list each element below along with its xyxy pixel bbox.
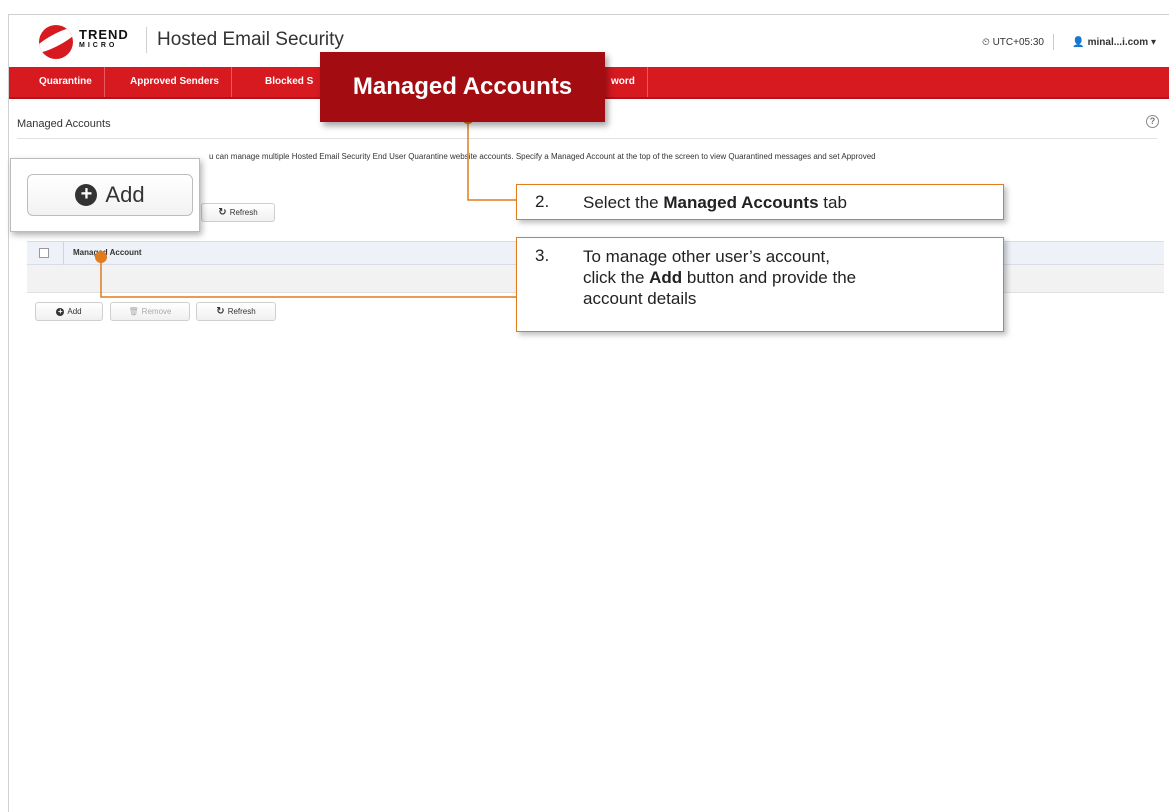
step3-line2: click the Add button and provide the	[583, 267, 856, 288]
zoomed-add-button[interactable]: + Add	[27, 174, 193, 216]
step2-number: 2.	[535, 192, 550, 211]
step2-post: tab	[818, 193, 847, 212]
app-window: TREND MICRO Hosted Email Security ⏲ UTC+…	[8, 14, 1169, 812]
column-header-managed-account[interactable]: Managed Account	[73, 248, 142, 257]
title-divider	[17, 138, 1157, 139]
column-divider	[63, 242, 64, 266]
step2-note: 2. Select the Managed Accounts tab	[516, 184, 1004, 220]
chevron-down-icon: ▾	[1150, 37, 1156, 48]
step2-pre: Select the	[583, 193, 664, 212]
refresh-button-bottom[interactable]: ↻ Refresh	[196, 302, 276, 321]
page-title: Managed Accounts	[17, 118, 111, 130]
step3-line3: account details	[583, 289, 697, 308]
help-icon[interactable]: ?	[1146, 115, 1159, 128]
step3-note: 3. To manage other user’s account, click…	[516, 237, 1004, 332]
remove-button[interactable]: 🗑 Remove	[110, 302, 190, 321]
add-label: Add	[67, 307, 82, 316]
page-description: u can manage multiple Hosted Email Secur…	[209, 152, 876, 161]
step3-text: To manage other user’s account, click th…	[583, 246, 856, 309]
step2-text: Select the Managed Accounts tab	[583, 192, 847, 213]
refresh-label: Refresh	[229, 208, 258, 217]
step2-bold: Managed Accounts	[663, 193, 819, 212]
user-name: minal...i.com	[1087, 37, 1149, 48]
logo-divider	[146, 27, 147, 53]
product-name: Hosted Email Security	[157, 29, 344, 50]
step3-number: 3.	[535, 246, 550, 265]
logo-line1: TREND	[79, 27, 129, 42]
logo-text: TREND MICRO	[79, 27, 129, 51]
step3-post: button and provide the	[682, 268, 857, 287]
user-icon: 👤	[1072, 37, 1085, 48]
refresh-button-top[interactable]: ↻ Refresh	[201, 203, 275, 222]
step3-line1: To manage other user’s account,	[583, 247, 830, 266]
tab-change-password[interactable]: word	[599, 67, 648, 97]
zoom-callout-add: + Add	[10, 158, 200, 232]
refresh-icon: ↻	[216, 306, 225, 317]
tab-quarantine[interactable]: Quarantine	[27, 67, 105, 97]
zoomed-add-label: Add	[105, 182, 145, 207]
plus-circle-icon: +	[75, 184, 98, 206]
user-menu[interactable]: 👤 minal...i.com ▾	[1072, 37, 1156, 48]
plus-circle-icon: +	[56, 306, 65, 316]
timezone-indicator[interactable]: ⏲ UTC+05:30	[982, 37, 1044, 48]
timezone-label: UTC+05:30	[992, 37, 1044, 48]
refresh-label: Refresh	[227, 307, 256, 316]
trash-icon: 🗑	[128, 307, 139, 316]
select-all-checkbox[interactable]	[39, 248, 49, 258]
refresh-icon: ↻	[218, 207, 227, 218]
tab-blocked-senders[interactable]: Blocked S	[253, 67, 327, 97]
step3-pre: click the	[583, 268, 650, 287]
add-button[interactable]: + Add	[35, 302, 103, 321]
remove-label: Remove	[141, 307, 172, 316]
header-divider	[1053, 34, 1054, 50]
clock-icon: ⏲	[981, 37, 990, 48]
tab-approved-senders[interactable]: Approved Senders	[118, 67, 232, 97]
step3-bold: Add	[649, 268, 683, 287]
tab-managed-accounts-callout[interactable]: Managed Accounts	[320, 52, 605, 122]
trend-micro-logo-icon	[39, 25, 73, 59]
